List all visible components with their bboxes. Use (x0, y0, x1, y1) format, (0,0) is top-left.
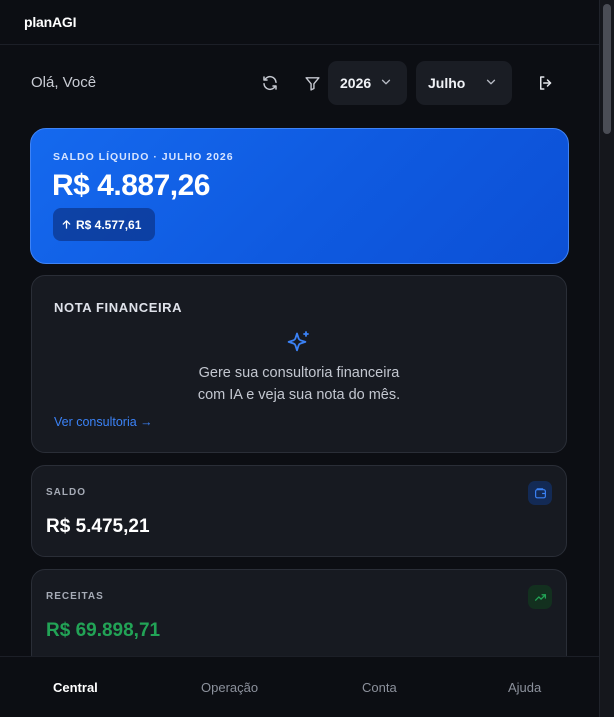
net-balance-delta-badge: R$ 4.577,61 (53, 208, 155, 241)
net-balance-label: SALDO LÍQUIDO · JULHO 2026 (53, 151, 234, 163)
header-row: Olá, Você 2026 Julho (0, 60, 600, 106)
bottom-nav: Central Operação Conta Ajuda (0, 656, 600, 717)
sparkle-icon (287, 331, 309, 352)
refresh-icon[interactable] (258, 71, 282, 95)
financial-score-line-1: Gere sua consultoria financeira (198, 365, 400, 381)
income-card: RECEITAS R$ 69.898,71 (31, 569, 567, 669)
app-window: planAGI Olá, Você 2026 Julho SALDO LÍQUI… (0, 0, 614, 717)
year-select-value: 2026 (340, 75, 372, 91)
greeting-text: Olá, Você (31, 74, 97, 91)
net-balance-delta-value: R$ 4.577,61 (76, 217, 142, 232)
balance-value: R$ 5.475,21 (46, 516, 150, 537)
income-label: RECEITAS (46, 591, 104, 602)
chevron-down-icon (381, 79, 391, 85)
net-balance-card: SALDO LÍQUIDO · JULHO 2026 R$ 4.887,26 R… (30, 128, 569, 264)
logout-icon[interactable] (534, 71, 558, 95)
month-select-value: Julho (428, 75, 466, 91)
view-consultancy-link[interactable]: Ver consultoria → (54, 415, 153, 429)
financial-score-title: NOTA FINANCEIRA (54, 300, 183, 315)
scrollbar[interactable] (599, 0, 614, 717)
chevron-down-icon (486, 79, 496, 85)
nav-item-central[interactable]: Central (53, 680, 98, 695)
top-bar: planAGI (0, 0, 600, 45)
income-value: R$ 69.898,71 (46, 620, 161, 641)
nav-item-operacao[interactable]: Operação (201, 680, 258, 695)
year-select[interactable]: 2026 (328, 61, 407, 105)
balance-card: SALDO R$ 5.475,21 (31, 465, 567, 557)
scrollbar-thumb[interactable] (603, 4, 611, 134)
financial-score-description: Gere sua consultoria financeira com IA e… (32, 362, 566, 406)
net-balance-value: R$ 4.887,26 (52, 169, 210, 202)
nav-item-ajuda[interactable]: Ajuda (508, 680, 541, 695)
balance-label: SALDO (46, 487, 86, 498)
financial-score-line-2: com IA e veja sua nota do mês. (197, 387, 401, 403)
arrow-up-icon (61, 219, 72, 230)
wallet-icon (528, 481, 552, 505)
month-select[interactable]: Julho (416, 61, 512, 105)
filter-icon[interactable] (300, 71, 324, 95)
financial-score-card: NOTA FINANCEIRA Gere sua consultoria fin… (31, 275, 567, 453)
trending-up-icon (528, 585, 552, 609)
nav-item-conta[interactable]: Conta (362, 680, 397, 695)
app-title: planAGI (24, 14, 77, 30)
